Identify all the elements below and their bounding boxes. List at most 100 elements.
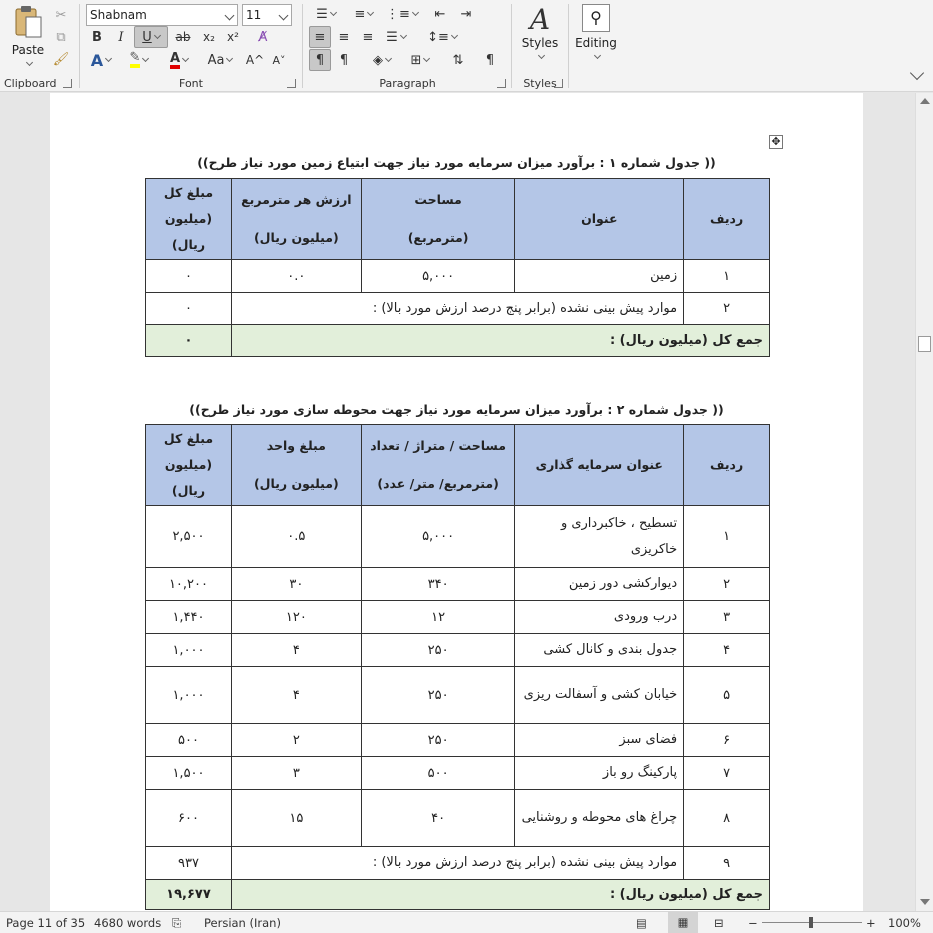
cell-title: موارد پیش بینی نشده (برابر پنج درصد ارزش… <box>230 846 685 880</box>
paragraph-dialog-launcher[interactable] <box>497 79 506 88</box>
font-color-glyph: A <box>169 52 181 69</box>
font-color-icon[interactable]: A <box>162 49 196 71</box>
numbering-icon[interactable]: ≡ <box>347 3 381 25</box>
cell-title: درب ورودی <box>514 600 685 634</box>
rtl-paragraph-icon[interactable]: ¶ <box>309 49 331 71</box>
align-right-icon[interactable]: ≡ <box>357 26 379 48</box>
styles-group: A Styles Styles <box>513 0 567 92</box>
cell-total: ۱,۴۴۰ <box>145 600 232 634</box>
font-dialog-launcher[interactable] <box>287 79 296 88</box>
document-area[interactable]: ✥ (( جدول شماره ۱ : برآورد میزان سرمایه … <box>0 93 915 911</box>
subscript-button[interactable]: x₂ <box>198 26 220 48</box>
shading-icon[interactable]: ◈ <box>365 49 399 71</box>
web-layout-icon[interactable]: ⊟ <box>714 916 724 930</box>
cell-row-no: ۱ <box>683 259 770 293</box>
zoom-in-button[interactable]: + <box>866 916 876 930</box>
bold-button[interactable]: B <box>86 26 108 48</box>
table-move-handle-icon[interactable]: ✥ <box>769 135 783 149</box>
table-row: ۲ دیوارکشی دور زمین ۳۴۰ ۳۰ ۱۰,۲۰۰ <box>145 567 770 601</box>
header-qty-label: مساحت / متراژ / تعداد <box>370 438 506 453</box>
line-spacing-icon[interactable]: ↕≡ <box>425 26 459 48</box>
shrink-font-button[interactable]: A˅ <box>268 49 290 71</box>
multilevel-list-icon[interactable]: ⋮≡ <box>385 3 419 25</box>
strikethrough-button[interactable]: ab <box>172 26 194 48</box>
collapse-ribbon-icon[interactable] <box>909 65 925 81</box>
align-left-icon[interactable]: ≡ <box>309 26 331 48</box>
paste-button[interactable]: Paste <box>8 4 48 68</box>
read-mode-icon[interactable]: ▤ <box>636 916 647 930</box>
cell-row-no: ۶ <box>683 723 770 757</box>
page-count[interactable]: Page 11 of 35 <box>6 916 85 930</box>
sort-icon[interactable]: ⇅ <box>447 49 469 71</box>
grow-font-button[interactable]: A^ <box>244 49 266 71</box>
highlighter-icon: ✎ <box>129 51 141 68</box>
document-page[interactable]: ✥ (( جدول شماره ۱ : برآورد میزان سرمایه … <box>50 93 863 911</box>
justify-icon[interactable]: ☰ <box>381 26 411 48</box>
header-row-no: ردیف <box>683 424 770 506</box>
proofing-icon[interactable]: ⎘ <box>172 916 181 931</box>
table1[interactable]: ردیف عنوان مساحت (مترمربع) ارزش هر مترمر… <box>145 178 771 357</box>
word-count[interactable]: 4680 words <box>94 916 161 930</box>
language-indicator[interactable]: Persian (Iran) <box>204 916 281 930</box>
italic-button[interactable]: I <box>110 26 132 48</box>
cell-total: ۰ <box>145 292 232 325</box>
table-row: ۷ پارکینگ رو باز ۵۰۰ ۳ ۱,۵۰۰ <box>145 756 770 790</box>
align-center-icon[interactable]: ≡ <box>333 26 355 48</box>
chevron-down-icon <box>411 8 419 17</box>
font-group: Shabnam 11 B I U ab x₂ x² A̸ A ✎ A Aa A^… <box>82 0 300 92</box>
highlight-icon[interactable]: ✎ <box>122 49 156 71</box>
font-name-combo[interactable]: Shabnam <box>86 4 238 26</box>
increase-indent-icon[interactable]: ⇥ <box>455 3 477 25</box>
table-row: ۵ خیابان کشی و آسفالت ریزی ۲۵۰ ۴ ۱,۰۰۰ <box>145 666 770 724</box>
editing-button[interactable]: ⚲ Editing <box>572 4 620 68</box>
chevron-down-icon <box>399 31 407 40</box>
styles-dialog-launcher[interactable] <box>554 79 563 88</box>
scroll-down-icon[interactable] <box>920 899 930 905</box>
decrease-indent-icon[interactable]: ⇤ <box>429 3 451 25</box>
table1-caption: (( جدول شماره ۱ : برآورد میزان سرمایه مو… <box>197 155 716 170</box>
editing-group: ⚲ Editing <box>570 0 622 92</box>
zoom-out-button[interactable]: − <box>748 916 758 930</box>
zoom-slider-thumb[interactable] <box>809 917 813 928</box>
clipboard-dialog-launcher[interactable] <box>63 79 72 88</box>
header-area-label: مساحت <box>414 192 462 207</box>
borders-icon[interactable]: ⊞ <box>403 49 437 71</box>
header-area: مساحت (مترمربع) <box>360 178 516 260</box>
ltr-paragraph-icon[interactable]: ¶ <box>333 49 355 71</box>
print-layout-icon[interactable]: ▦ <box>668 912 698 933</box>
sum-label: جمع کل (میلیون ریال) : <box>230 324 771 357</box>
cell-unit-price: ۱۵ <box>230 789 362 847</box>
bullets-icon[interactable]: ☰ <box>309 3 343 25</box>
chevron-down-icon[interactable] <box>25 58 34 67</box>
font-size-combo[interactable]: 11 <box>242 4 292 26</box>
cell-unit-price: ۰.۵ <box>230 505 362 568</box>
zoom-level[interactable]: 100% <box>888 916 921 930</box>
table2[interactable]: ردیف عنوان سرمایه گذاری مساحت / متراژ / … <box>145 424 771 910</box>
cell-total: ۲,۵۰۰ <box>145 505 232 568</box>
show-marks-icon[interactable]: ¶ <box>479 49 501 71</box>
cell-title: چراغ های محوطه و روشنایی <box>514 789 685 847</box>
table-row-unforeseen: ۲ موارد پیش بینی نشده (برابر پنج درصد ار… <box>145 292 770 325</box>
chevron-down-icon <box>384 54 393 63</box>
superscript-button[interactable]: x² <box>222 26 244 48</box>
styles-label: Styles <box>521 36 559 50</box>
cell-title: جدول بندی و کانال کشی <box>514 633 685 667</box>
header-unit-value-unit: (میلیون ریال) <box>253 230 339 245</box>
styles-button[interactable]: A Styles <box>517 4 563 68</box>
cut-icon[interactable]: ✂ <box>52 4 70 26</box>
change-case-button[interactable]: Aa <box>202 49 238 71</box>
cell-qty: ۴۰ <box>360 789 516 847</box>
clear-formatting-icon[interactable]: A̸ <box>252 26 274 48</box>
table-row: ۸ چراغ های محوطه و روشنایی ۴۰ ۱۵ ۶۰۰ <box>145 789 770 847</box>
cell-qty: ۱۲ <box>360 600 516 634</box>
text-effects-icon[interactable]: A <box>86 49 116 71</box>
scroll-thumb[interactable] <box>918 336 931 352</box>
cell-qty: ۲۵۰ <box>360 723 516 757</box>
format-painter-icon[interactable]: 🖌 <box>52 48 70 70</box>
scroll-up-icon[interactable] <box>920 98 930 104</box>
vertical-scrollbar[interactable] <box>915 93 933 911</box>
font-name-value: Shabnam <box>90 8 147 22</box>
underline-button[interactable]: U <box>134 26 168 48</box>
copy-icon[interactable]: ⧉ <box>52 26 70 48</box>
cell-unit-price: ۲ <box>230 723 362 757</box>
